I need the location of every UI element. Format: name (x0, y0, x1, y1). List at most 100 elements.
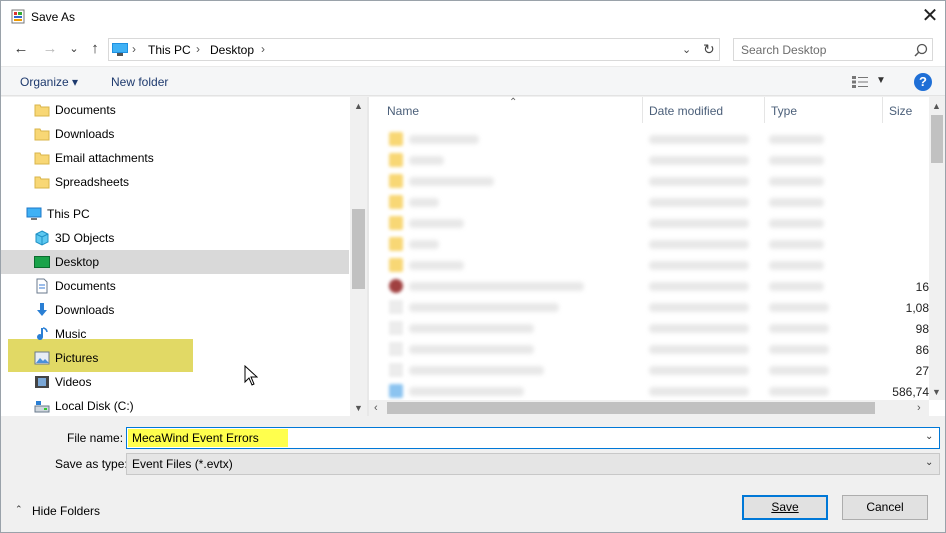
back-icon[interactable]: ← (12, 40, 30, 58)
sidebar-item-label: Documents (55, 279, 116, 293)
sidebar-item-documents[interactable]: Documents (1, 274, 349, 298)
sidebar-item-music[interactable]: Music (1, 322, 349, 346)
app-icon (11, 9, 25, 24)
view-options-icon[interactable] (851, 75, 869, 89)
save-as-dialog: Save As ✕ ← → ⌄ ↑ › This PC › Desktop › … (0, 0, 946, 533)
hide-folders-icon[interactable]: ⌃ (15, 504, 23, 515)
list-item[interactable] (369, 129, 929, 150)
redacted-date (649, 282, 749, 291)
file-size: 586,74 (892, 385, 929, 399)
save-button[interactable]: Save (742, 495, 828, 520)
list-item[interactable] (369, 255, 929, 276)
file-list-hscrollbar-thumb[interactable] (387, 402, 875, 414)
redacted-type (769, 282, 824, 291)
address-bar[interactable]: › This PC › Desktop › ⌄ ↻ (108, 38, 720, 61)
hide-folders-button[interactable]: Hide Folders (32, 504, 100, 518)
file-list: Name ⌃ Date modified Type Size 16 1,08 9… (369, 97, 945, 416)
list-item[interactable]: 98 (369, 318, 929, 339)
close-icon[interactable]: ✕ (915, 1, 945, 32)
breadcrumb-desktop[interactable]: Desktop (210, 43, 254, 57)
redacted-type (769, 219, 824, 228)
view-dropdown-icon[interactable]: ▼ (876, 75, 886, 86)
redacted-filename (409, 324, 534, 333)
title-bar: Save As ✕ (1, 1, 945, 32)
column-header-date[interactable]: Date modified (643, 97, 765, 123)
folder-icon (389, 174, 403, 188)
recent-locations-icon[interactable]: ⌄ (65, 40, 83, 58)
folder-icon (389, 216, 403, 230)
folder-icon (34, 152, 50, 165)
sidebar-item-downloads[interactable]: Downloads (1, 298, 349, 322)
redacted-type (769, 387, 829, 396)
save-type-select[interactable]: Event Files (*.evtx) ⌄ (126, 453, 940, 475)
scroll-up-icon[interactable]: ▲ (354, 101, 363, 111)
file-size: 86 (915, 343, 929, 357)
sidebar-item-desktop[interactable]: Desktop (1, 250, 349, 274)
up-folder-icon[interactable]: ↑ (86, 40, 104, 58)
search-input[interactable]: Search Desktop (733, 38, 933, 61)
sidebar-item-3d-objects[interactable]: 3D Objects (1, 226, 349, 250)
folder-icon (389, 195, 403, 209)
sidebar-item-pictures[interactable]: Pictures (1, 346, 349, 370)
redacted-filename (409, 156, 444, 165)
scroll-right-icon[interactable]: › (917, 402, 921, 414)
scroll-down-icon[interactable]: ▼ (354, 403, 363, 413)
file-list-scrollbar-thumb[interactable] (931, 115, 943, 163)
column-header-name[interactable]: Name ⌃ (381, 97, 643, 123)
sidebar-item-label: Desktop (55, 255, 100, 269)
column-label: Type (771, 104, 798, 118)
scroll-left-icon[interactable]: ‹ (374, 402, 378, 414)
list-item[interactable]: 16 (369, 276, 929, 297)
redacted-filename (409, 135, 479, 144)
sidebar-item-quick-documents[interactable]: Documents (1, 98, 349, 122)
chevron-down-icon[interactable]: ⌄ (925, 431, 933, 442)
list-item[interactable]: 27 (369, 360, 929, 381)
list-item[interactable]: 1,08 (369, 297, 929, 318)
organize-button[interactable]: Organize ▾ (20, 75, 78, 89)
sidebar-item-spreadsheets[interactable]: Spreadsheets (1, 170, 349, 194)
new-folder-button[interactable]: New folder (111, 75, 168, 89)
cancel-button[interactable]: Cancel (842, 495, 928, 520)
sidebar-item-email-attachments[interactable]: Email attachments (1, 146, 349, 170)
list-item[interactable] (369, 150, 929, 171)
sidebar-item-label: Music (55, 327, 87, 341)
navigation-scrollbar-thumb[interactable] (352, 209, 365, 289)
search-icon (914, 43, 928, 57)
scroll-up-icon[interactable]: ▲ (932, 101, 941, 111)
redacted-filename (409, 198, 439, 207)
sidebar-item-quick-downloads[interactable]: Downloads (1, 122, 349, 146)
list-item[interactable] (369, 234, 929, 255)
list-item[interactable] (369, 192, 929, 213)
music-icon (37, 327, 48, 341)
folder-icon (389, 237, 403, 251)
sidebar-item-label: Pictures (55, 351, 99, 365)
save-button-label: Save (771, 500, 799, 514)
list-item[interactable] (369, 171, 929, 192)
redacted-filename (409, 240, 439, 249)
sidebar-item-label: Spreadsheets (55, 175, 130, 189)
redacted-type (769, 366, 829, 375)
list-item[interactable]: 86 (369, 339, 929, 360)
list-item[interactable] (369, 213, 929, 234)
sidebar-item-label: Videos (55, 375, 92, 389)
breadcrumb-this-pc[interactable]: This PC (148, 43, 191, 57)
sidebar-item-this-pc[interactable]: This PC (1, 202, 349, 226)
file-size: 27 (915, 364, 929, 378)
column-header-type[interactable]: Type (765, 97, 883, 123)
list-item[interactable]: 586,74 (369, 381, 929, 402)
scroll-down-icon[interactable]: ▼ (932, 387, 941, 397)
sidebar-item-local-disk[interactable]: Local Disk (C:) (1, 394, 349, 416)
sidebar-item-videos[interactable]: Videos (1, 370, 349, 394)
redacted-date (649, 366, 749, 375)
redacted-type (769, 135, 824, 144)
redacted-type (769, 261, 824, 270)
redacted-date (649, 240, 749, 249)
file-name-field[interactable]: MecaWind Event Errors ⌄ (126, 427, 940, 449)
video-icon (35, 376, 49, 388)
help-icon[interactable]: ? (914, 73, 932, 91)
forward-icon[interactable]: → (41, 40, 59, 58)
folder-icon (34, 104, 50, 117)
address-dropdown-icon[interactable]: ⌄ (682, 43, 691, 56)
refresh-icon[interactable]: ↻ (703, 41, 715, 58)
download-icon (37, 303, 47, 316)
